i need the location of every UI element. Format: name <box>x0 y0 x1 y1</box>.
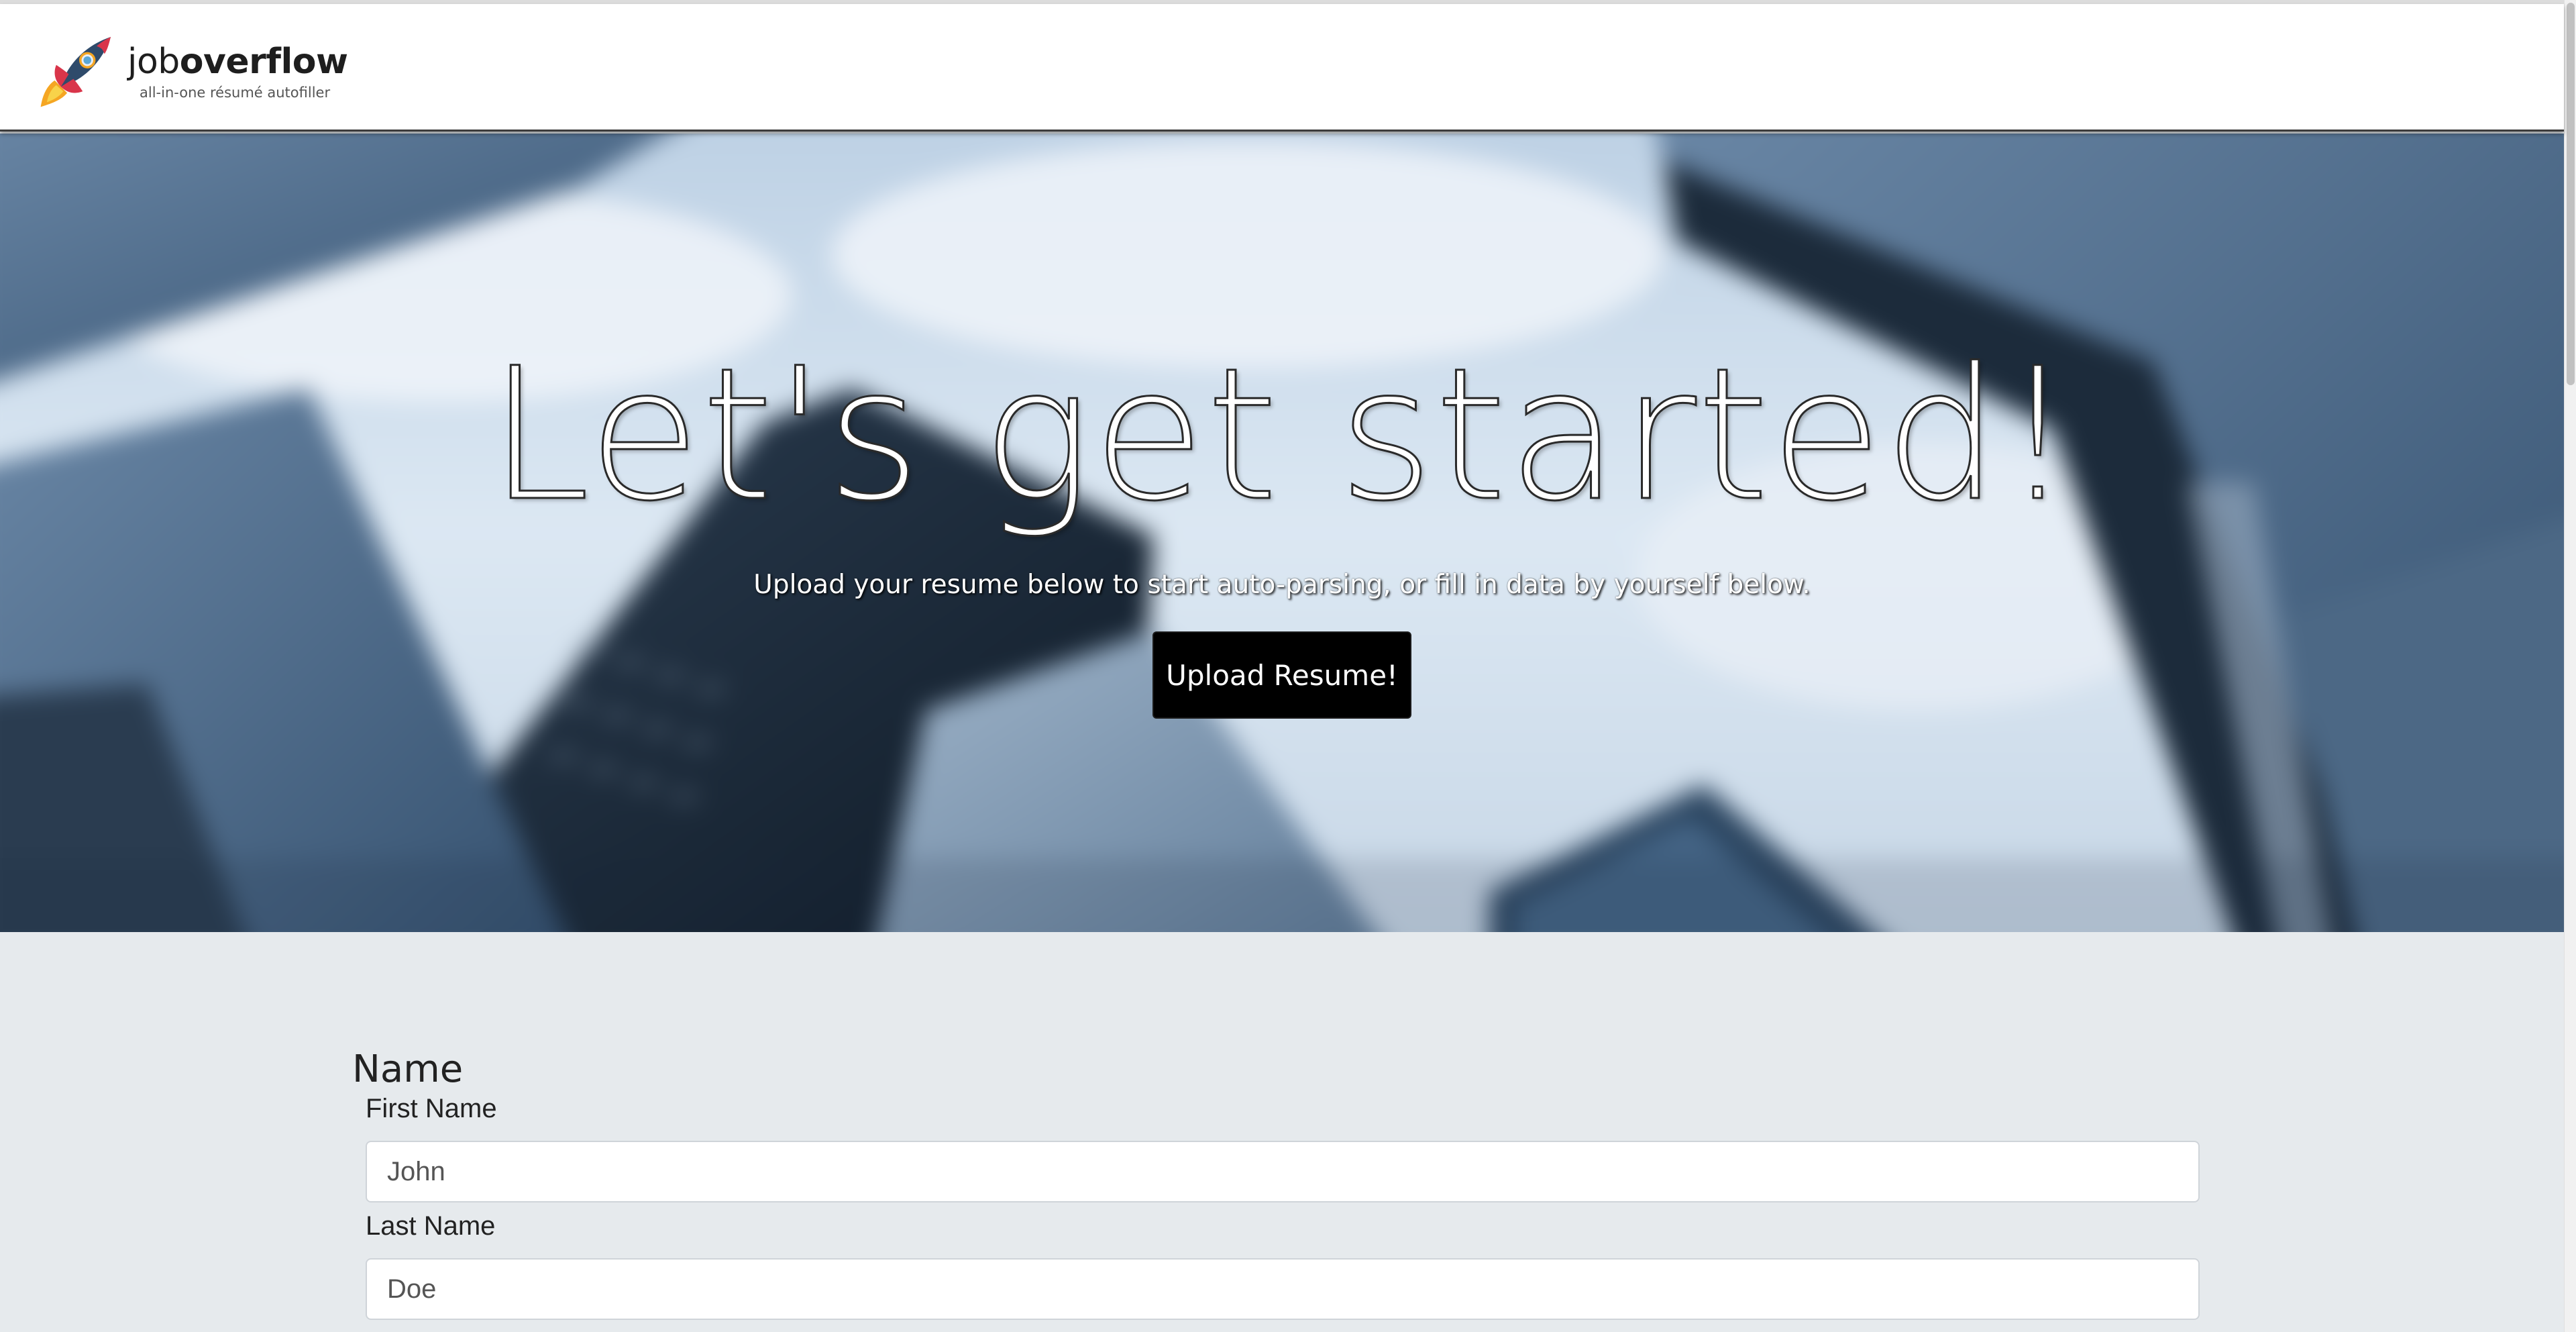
first-name-label: First Name <box>366 1094 497 1123</box>
brand-name-bold: overflow <box>179 42 348 82</box>
hero-title: Let's get started! <box>488 329 2076 542</box>
upload-resume-button[interactable]: Upload Resume! <box>1152 631 1411 719</box>
brand: joboverflow all-in-one résumé autofiller <box>127 42 348 101</box>
rocket-icon <box>40 36 111 107</box>
hero-banner: Let's get started! Upload your resume be… <box>0 134 2564 932</box>
page-scrollbar[interactable] <box>2564 0 2576 1332</box>
last-name-input[interactable] <box>366 1258 2200 1320</box>
resume-form: Name First Name Last Name <box>0 932 2564 1332</box>
page: joboverflow all-in-one résumé autofiller <box>0 0 2576 1332</box>
last-name-label: Last Name <box>366 1211 496 1241</box>
brand-name: joboverflow <box>127 42 348 82</box>
home-logo-link[interactable]: joboverflow all-in-one résumé autofiller <box>38 31 348 111</box>
first-name-input[interactable] <box>366 1141 2200 1202</box>
section-title-name: Name <box>352 1047 464 1092</box>
brand-name-light: job <box>127 42 180 82</box>
site-header: joboverflow all-in-one résumé autofiller <box>0 4 2564 132</box>
hero-subtitle: Upload your resume below to start auto-p… <box>753 570 1811 600</box>
brand-tagline: all-in-one résumé autofiller <box>140 85 331 101</box>
scrollbar-thumb[interactable] <box>2567 3 2575 385</box>
